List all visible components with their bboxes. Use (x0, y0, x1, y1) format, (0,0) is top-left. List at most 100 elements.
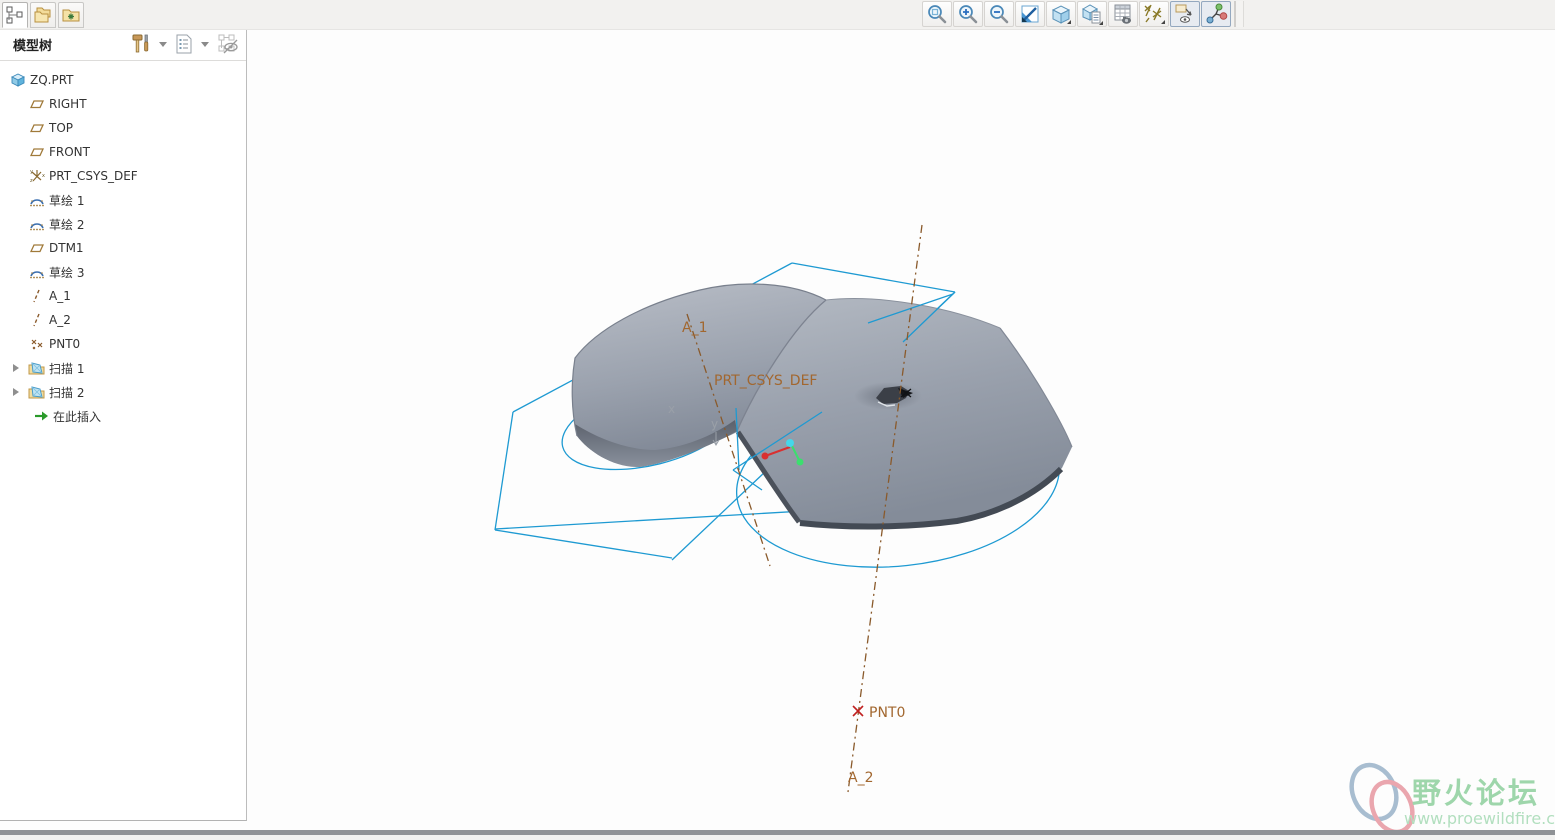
part-icon (9, 72, 26, 89)
display-style-icon (1051, 5, 1071, 24)
favorites-tab[interactable] (58, 2, 84, 28)
saved-views-icon (1081, 4, 1103, 25)
dropdown-corner (1067, 20, 1071, 24)
display-style-button[interactable] (1046, 1, 1076, 27)
tree-settings-button[interactable] (172, 32, 196, 56)
view-toolbar (922, 1, 1244, 27)
tree-item-insert-here[interactable]: 在此插入 (0, 404, 246, 428)
tree-item-point[interactable]: PNT0 (0, 332, 246, 356)
status-bar (0, 835, 1555, 840)
zoom-fit-icon (928, 5, 947, 24)
tree-item-csys[interactable]: y z x PRT_CSYS_DEF (0, 164, 246, 188)
label-csys: PRT_CSYS_DEF (714, 373, 817, 389)
tools-icon (132, 34, 149, 53)
model-tree-header: 模型树 (0, 29, 246, 61)
repaint-icon (1021, 5, 1039, 23)
label-a2: A_2 (848, 770, 873, 786)
annotation-display-icon (1175, 4, 1192, 23)
csys-icon: y z x (28, 168, 45, 185)
datum-plane-icon (28, 96, 45, 113)
view-manager-button[interactable] (1108, 1, 1138, 27)
expand-arrow-icon[interactable] (13, 364, 19, 372)
chevron-down-icon[interactable] (201, 41, 209, 47)
zoom-out-button[interactable] (984, 1, 1014, 27)
sweep-icon (28, 384, 45, 401)
tree-tools-button[interactable] (128, 32, 154, 56)
toolbar-grip[interactable] (1234, 1, 1244, 27)
tree-item-sweep[interactable]: 扫描 1 (0, 356, 246, 380)
model-tree-icon (6, 6, 23, 24)
spin-center-button[interactable] (1201, 1, 1231, 27)
tree-item-sketch[interactable]: 草绘 2 (0, 212, 246, 236)
datum-plane-icon (28, 240, 45, 257)
tree-item-sketch[interactable]: 草绘 1 (0, 188, 246, 212)
model-tree-panel: 模型树 ZQ.PRT RIGHT TOP FRONT y z x PRT_CSY… (0, 29, 247, 821)
chevron-down-icon[interactable] (159, 41, 167, 47)
triad-origin (786, 439, 794, 447)
tree-item-label: 扫描 2 (49, 385, 85, 400)
datum-display-button[interactable] (1139, 1, 1169, 27)
axis-icon (28, 312, 45, 329)
tree-item-label: FRONT (49, 145, 90, 159)
tree-item-label: TOP (49, 121, 74, 135)
watermark-title: 野火论坛 (1412, 776, 1540, 810)
tree-item-label: A_1 (49, 289, 71, 303)
tree-item-label: PNT0 (49, 337, 81, 351)
axis-icon (28, 288, 45, 305)
tree-item-datum-plane[interactable]: FRONT (0, 140, 246, 164)
watermark: 野火论坛 www.proewildfire.cn (1349, 762, 1555, 835)
tree-item-label: 在此插入 (53, 409, 102, 424)
expand-arrow-icon[interactable] (13, 388, 19, 396)
label-pnt0: PNT0 (869, 705, 905, 721)
panel-title: 模型树 (13, 39, 53, 54)
settings-list-icon (176, 34, 192, 54)
tree-filter-button[interactable] (214, 32, 242, 56)
tree-item-label: 草绘 2 (49, 217, 85, 232)
view-manager-icon (1114, 4, 1131, 24)
tree-item-sketch[interactable]: 草绘 3 (0, 260, 246, 284)
zoom-in-icon (959, 5, 978, 24)
tree-item-label: 草绘 1 (49, 193, 85, 208)
triad-x-handle (761, 452, 769, 460)
insert-here-icon (32, 408, 49, 425)
repaint-button[interactable] (1015, 1, 1045, 27)
tree-item-part[interactable]: ZQ.PRT (0, 68, 246, 92)
svg-text:x: x (42, 173, 45, 179)
sketch-icon (28, 216, 45, 233)
svg-text:y: y (30, 169, 33, 175)
folder-stack-icon (34, 7, 51, 23)
label-a1: A_1 (682, 320, 707, 336)
dropdown-corner (1161, 20, 1165, 24)
folder-browser-tab[interactable] (30, 2, 56, 28)
svg-text:x: x (668, 402, 675, 416)
sweep-icon (28, 360, 45, 377)
top-strip (0, 0, 1555, 30)
datum-display-icon (1144, 4, 1165, 24)
annotation-display-button[interactable] (1170, 1, 1200, 27)
model-tree-body: ZQ.PRT RIGHT TOP FRONT y z x PRT_CSYS_DE… (0, 61, 246, 428)
datum-plane-icon (28, 120, 45, 137)
tree-item-datum-plane[interactable]: DTM1 (0, 236, 246, 260)
tree-item-axis[interactable]: A_2 (0, 308, 246, 332)
tree-item-label: 草绘 3 (49, 265, 85, 280)
tree-item-label: ZQ.PRT (30, 73, 74, 87)
svg-text:z: z (30, 178, 33, 184)
point-icon (28, 336, 45, 353)
model-tree-tab[interactable] (2, 2, 28, 28)
tree-item-sweep[interactable]: 扫描 2 (0, 380, 246, 404)
tree-item-label: A_2 (49, 313, 71, 327)
tree-item-axis[interactable]: A_1 (0, 284, 246, 308)
sketch-icon (28, 192, 45, 209)
watermark-url: www.proewildfire.cn (1404, 809, 1555, 828)
zoom-in-button[interactable] (953, 1, 983, 27)
triad-y-handle (796, 458, 804, 466)
saved-views-button[interactable] (1077, 1, 1107, 27)
zoom-out-icon (990, 5, 1009, 24)
tree-item-datum-plane[interactable]: RIGHT (0, 92, 246, 116)
tree-item-datum-plane[interactable]: TOP (0, 116, 246, 140)
tree-filter-icon (218, 34, 238, 54)
folder-star-icon (62, 9, 80, 22)
zoom-fit-button[interactable] (922, 1, 952, 27)
datum-plane-icon (28, 144, 45, 161)
navigator-tab-bar (2, 2, 84, 28)
